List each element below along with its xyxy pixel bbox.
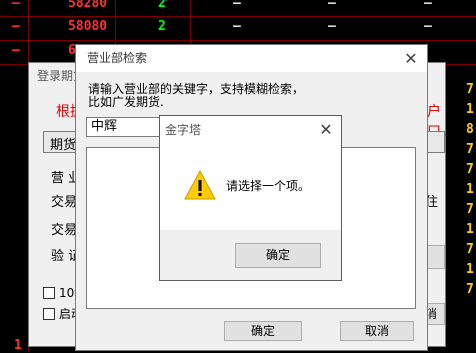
alert-message: 请选择一个项。 <box>226 179 311 193</box>
search-dialog-title: 营业部检索 <box>76 45 427 72</box>
search-ok-button[interactable]: 确定 <box>224 321 302 341</box>
alert-dialog: 金字塔 ✕ 请选择一个项。 确定 <box>159 115 342 281</box>
close-icon[interactable]: ✕ <box>401 49 421 69</box>
price-cell: 58280 <box>68 0 108 11</box>
right-digit: 7 <box>466 82 474 97</box>
right-digit: 1 <box>466 102 474 117</box>
alert-ok-button[interactable]: 确定 <box>235 243 321 268</box>
grid-line <box>0 40 476 41</box>
qty-cell: 2 <box>158 0 166 11</box>
search-cancel-button[interactable]: 取消 <box>340 321 414 341</box>
right-digit: 7 <box>466 142 474 157</box>
right-digit: 1 <box>466 222 474 237</box>
alert-dialog-title: 金字塔 <box>160 116 341 144</box>
price-cell: 58080 <box>68 19 108 34</box>
dash-cell: — <box>424 0 432 11</box>
right-digit: 1 <box>466 262 474 277</box>
right-digit: 8 <box>466 122 474 137</box>
right-digit: 1 <box>466 182 474 197</box>
close-icon[interactable]: ✕ <box>316 120 336 140</box>
label-account: 交易 <box>51 195 78 210</box>
row-dash: — <box>12 43 20 58</box>
right-digit: 7 <box>466 242 474 257</box>
checkbox-10s[interactable] <box>43 287 55 299</box>
row-dash: — <box>12 0 20 11</box>
search-instruction-line2: 比如广发期货. <box>88 95 164 109</box>
grid-line <box>0 16 476 17</box>
qty-cell: 2 <box>158 19 166 34</box>
row-dash: — <box>12 19 20 34</box>
alert-body: 请选择一个项。 <box>160 144 341 230</box>
warning-icon <box>184 170 216 200</box>
checkbox-startup[interactable] <box>43 308 55 320</box>
dash-cell: — <box>233 19 241 34</box>
label-password: 交易 <box>51 223 78 238</box>
right-digit: 7 <box>466 282 474 297</box>
right-digit: 7 <box>466 162 474 177</box>
dash-cell: — <box>328 0 336 11</box>
dash-cell: — <box>328 19 336 34</box>
dash-cell: — <box>424 19 432 34</box>
right-digit: 7 <box>466 202 474 217</box>
dash-cell: — <box>233 0 241 11</box>
